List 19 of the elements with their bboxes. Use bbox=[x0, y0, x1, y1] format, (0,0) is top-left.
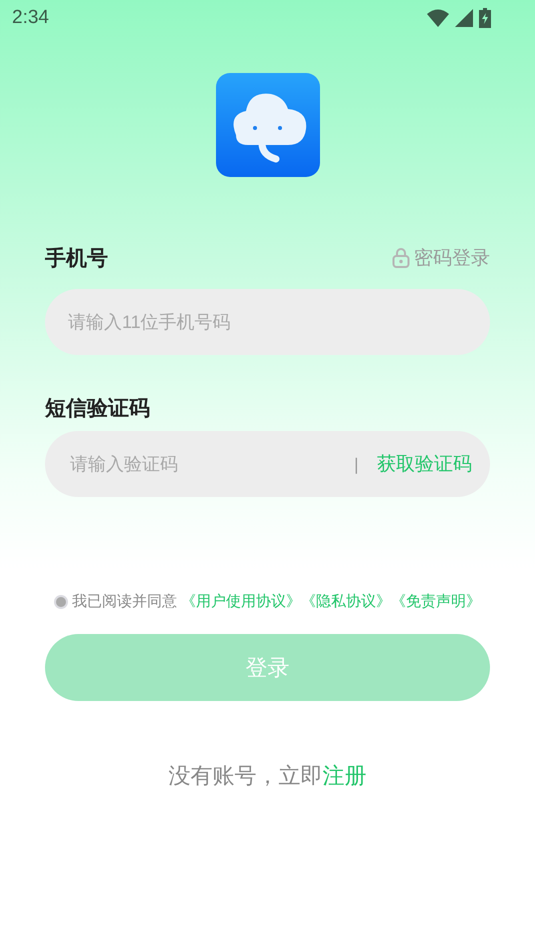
get-code-link[interactable]: 获取验证码 bbox=[377, 451, 472, 477]
phone-input[interactable]: 请输入11位手机号码 bbox=[45, 289, 490, 355]
signal-icon bbox=[455, 9, 473, 27]
wifi-icon bbox=[427, 9, 449, 27]
agreement-link[interactable]: 《免责声明》 bbox=[391, 592, 481, 611]
register-prompt: 没有账号，立即注册 bbox=[168, 763, 368, 791]
sms-code-input[interactable]: 请输入验证码 bbox=[68, 452, 354, 476]
sms-code-label: 短信验证码 bbox=[45, 395, 150, 422]
status-time: 2:34 bbox=[12, 7, 49, 29]
agreement-link[interactable]: 《隐私协议》 bbox=[301, 592, 391, 611]
agreement-checkbox[interactable] bbox=[54, 594, 68, 608]
register-link[interactable]: 注册 bbox=[322, 764, 366, 789]
agreement-text: 我已阅读并同意 bbox=[72, 592, 177, 611]
agreement-link[interactable]: 《用户使用协议》 bbox=[181, 592, 301, 611]
field-divider: | bbox=[354, 454, 359, 474]
password-login-link[interactable]: 密码登录 bbox=[392, 245, 490, 271]
phone-label: 手机号 bbox=[45, 245, 108, 272]
lock-icon bbox=[392, 248, 410, 268]
battery-icon bbox=[479, 8, 491, 28]
